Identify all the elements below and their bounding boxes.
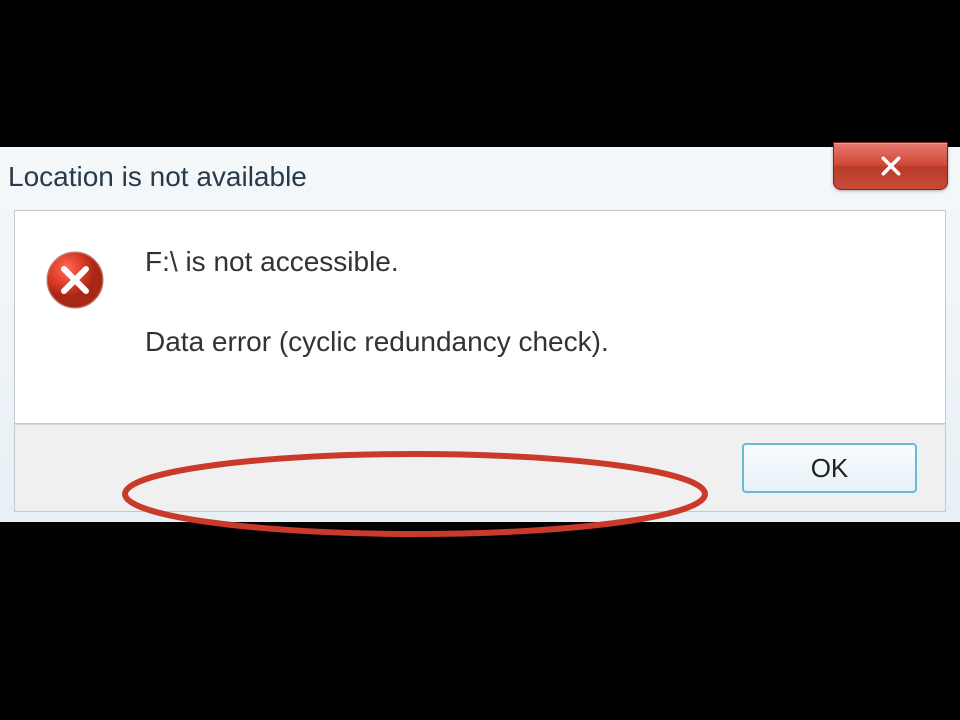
ok-button[interactable]: OK — [742, 443, 917, 493]
dialog-content: F:\ is not accessible. Data error (cycli… — [14, 210, 946, 424]
content-row: F:\ is not accessible. Data error (cycli… — [45, 246, 925, 358]
message-block: F:\ is not accessible. Data error (cycli… — [145, 246, 925, 358]
error-dialog: Location is not available — [0, 147, 960, 522]
dialog-title: Location is not available — [8, 161, 307, 193]
dialog-titlebar: Location is not available — [0, 147, 960, 207]
close-icon — [880, 155, 902, 177]
close-button[interactable] — [833, 142, 948, 190]
message-primary: F:\ is not accessible. — [145, 246, 925, 278]
ok-button-label: OK — [811, 453, 849, 484]
message-secondary: Data error (cyclic redundancy check). — [145, 326, 609, 358]
dialog-button-bar: OK — [14, 424, 946, 512]
error-x-icon — [45, 250, 105, 310]
